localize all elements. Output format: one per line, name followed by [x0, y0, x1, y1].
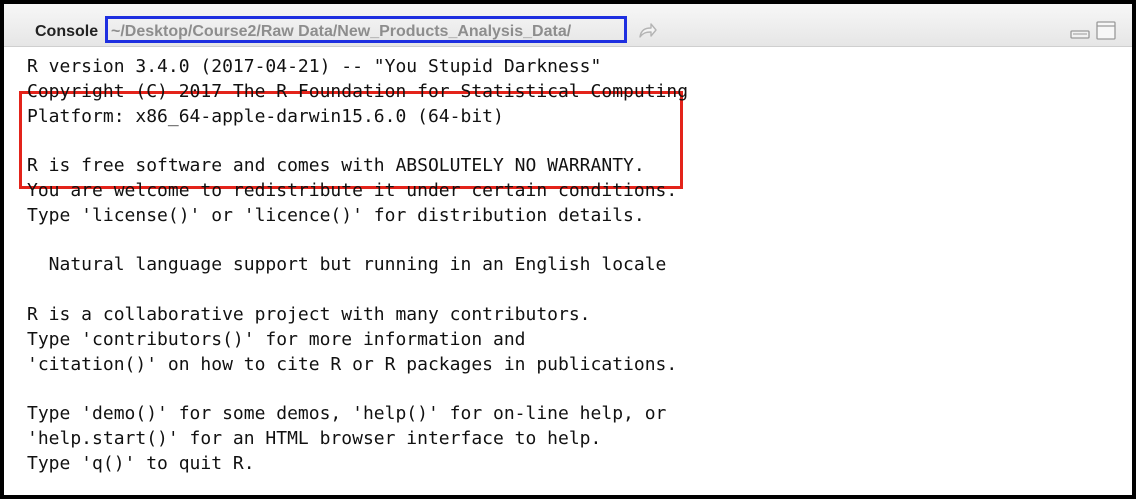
console-output-line: Type 'demo()' for some demos, 'help()' f…: [27, 403, 667, 425]
console-header: Console ~/Desktop/Course2/Raw Data/New_P…: [4, 4, 1132, 47]
console-output-line: Natural language support but running in …: [27, 254, 667, 276]
console-output-line: R version 3.4.0 (2017-04-21) -- "You Stu…: [27, 56, 602, 77]
console-output[interactable]: R version 3.4.0 (2017-04-21) -- "You Stu…: [4, 47, 1132, 495]
maximize-icon[interactable]: [1096, 21, 1116, 41]
working-directory-path[interactable]: ~/Desktop/Course2/Raw Data/New_Products_…: [111, 22, 571, 42]
console-output-line: 'citation()' on how to cite R or R packa…: [27, 353, 678, 375]
console-output-line: Type 'q()' to quit R.: [27, 452, 255, 474]
console-output-line: Copyright (C) 2017 The R Foundation for …: [27, 80, 689, 102]
console-pane: Console ~/Desktop/Course2/Raw Data/New_P…: [4, 4, 1132, 495]
minimize-icon[interactable]: [1070, 28, 1090, 40]
console-output-line: Platform: x86_64-apple-darwin15.6.0 (64-…: [27, 105, 504, 127]
console-output-line: R is free software and comes with ABSOLU…: [27, 155, 645, 177]
console-output-line: Type 'license()' or 'licence()' for dist…: [27, 204, 645, 226]
console-output-line: Type 'contributors()' for more informati…: [27, 328, 526, 350]
console-output-line: R is a collaborative project with many c…: [27, 304, 591, 325]
console-title[interactable]: Console: [35, 22, 98, 42]
console-output-line: 'help.start()' for an HTML browser inter…: [27, 428, 602, 449]
go-to-directory-icon[interactable]: [636, 20, 658, 42]
console-output-line: You are welcome to redistribute it under…: [27, 180, 678, 201]
